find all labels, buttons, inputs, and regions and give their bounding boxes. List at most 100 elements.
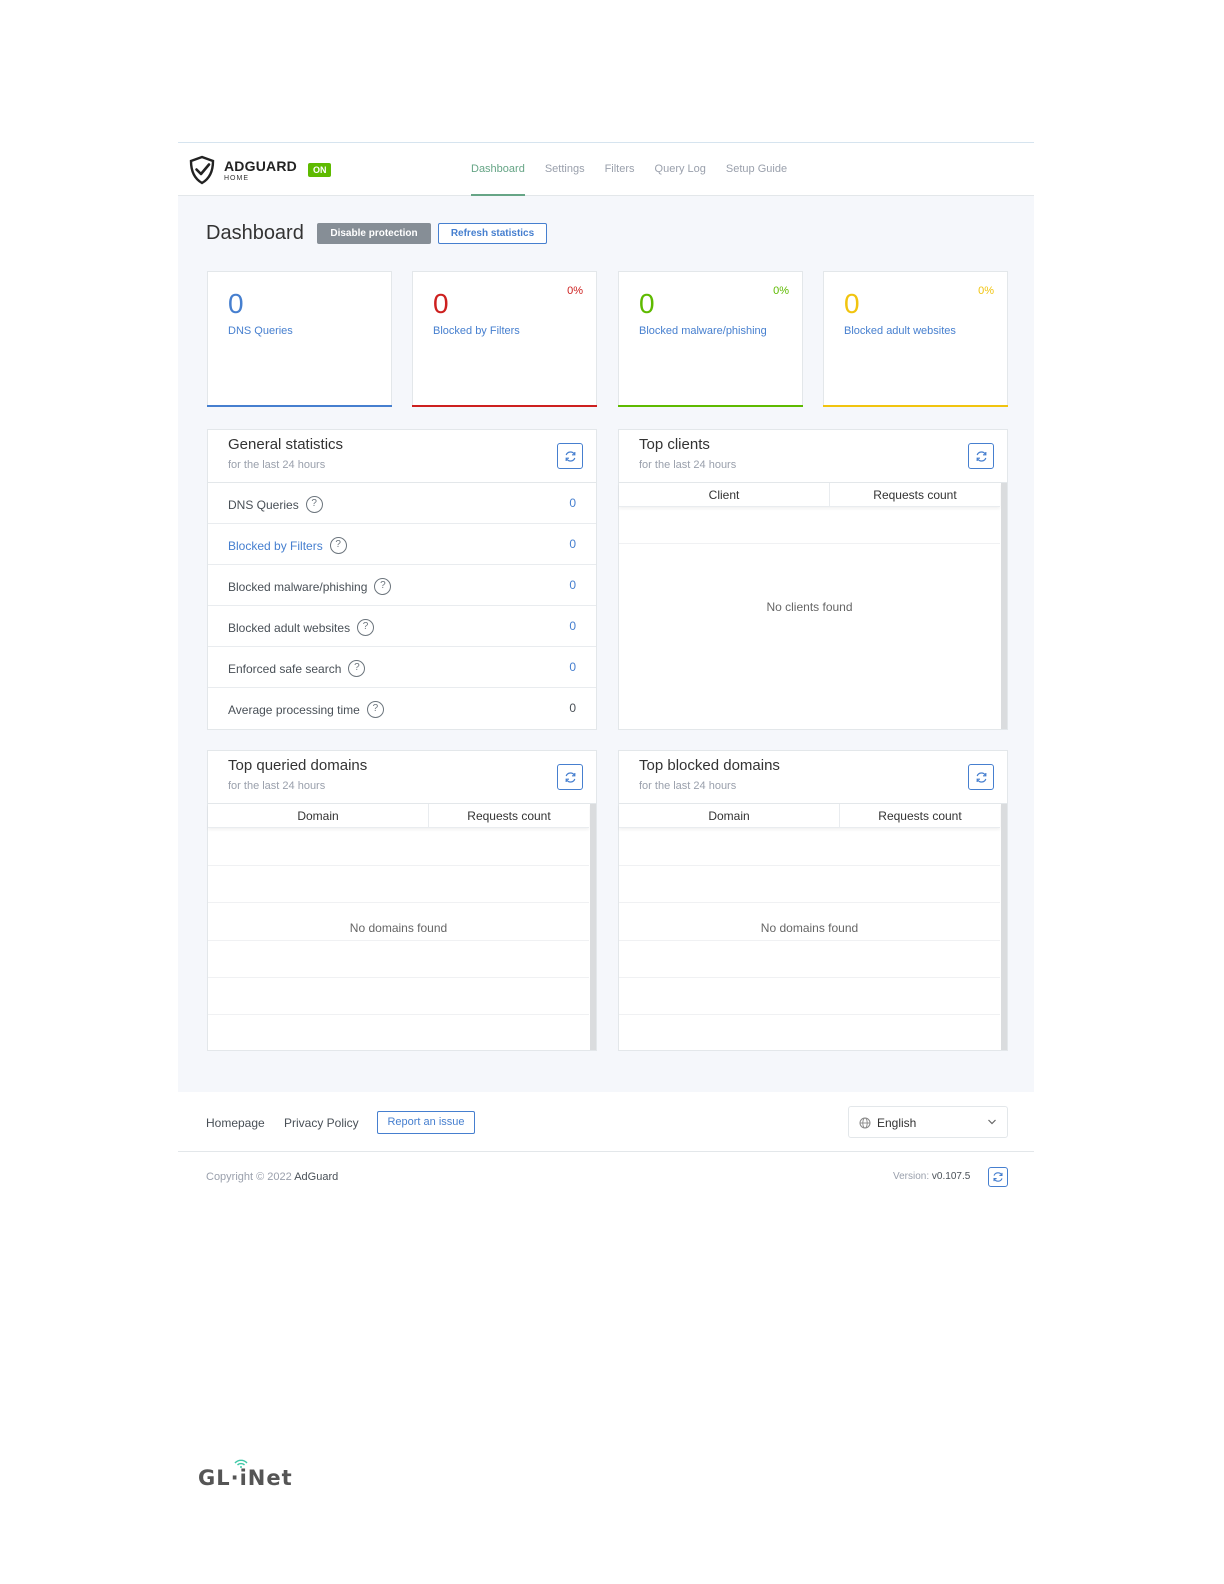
refresh-button[interactable] (557, 764, 583, 790)
help-icon[interactable]: ? (329, 537, 347, 554)
column-header-requests[interactable]: Requests count (829, 483, 1000, 506)
language-select[interactable]: English (848, 1106, 1008, 1138)
card-subtitle: for the last 24 hours (228, 459, 326, 471)
version-label: Version: (893, 1171, 930, 1182)
stat-percent: 0% (773, 285, 789, 297)
version-info: Version: v0.107.5 (893, 1171, 970, 1182)
help-icon[interactable]: ? (348, 660, 366, 677)
check-updates-button[interactable] (988, 1167, 1008, 1187)
help-icon[interactable]: ? (305, 496, 323, 513)
help-icon[interactable]: ? (357, 619, 375, 636)
row-value: 0 (569, 701, 576, 715)
table-header: Client Requests count (619, 483, 1000, 507)
report-issue-button[interactable]: Report an issue (377, 1111, 475, 1134)
row-value: 0 (569, 619, 576, 633)
column-header-requests[interactable]: Requests count (428, 804, 589, 827)
card-title: Top queried domains (228, 757, 368, 774)
scrollbar[interactable] (1001, 483, 1007, 729)
table-row (208, 902, 589, 903)
stat-value: 0 (844, 288, 860, 319)
stat-card-blocked-malware[interactable]: 0% 0 Blocked malware/phishing (618, 271, 803, 407)
logo[interactable]: ADGUARD HOME ON (188, 155, 332, 185)
column-header-client[interactable]: Client (619, 483, 829, 506)
row-value: 0 (569, 660, 576, 674)
nav-settings[interactable]: Settings (545, 143, 585, 196)
brand-name: ADGUARD (224, 157, 297, 174)
stat-accent-bar (618, 405, 803, 407)
brand-subtitle: HOME (224, 174, 249, 182)
copyright: Copyright © 2022 AdGuard (206, 1171, 338, 1183)
stat-accent-bar (207, 405, 392, 407)
refresh-icon (976, 451, 987, 462)
stat-row-blocked-malware: Blocked malware/phishing? 0 (208, 565, 596, 606)
stat-card-blocked-filters[interactable]: 0% 0 Blocked by Filters (412, 271, 597, 407)
disable-protection-button[interactable]: Disable protection (317, 223, 431, 244)
empty-message: No domains found (760, 921, 859, 935)
table-row (619, 543, 1000, 544)
chevron-down-icon (988, 1119, 996, 1125)
stat-value: 0 (639, 288, 655, 319)
version-value: v0.107.5 (931, 1171, 971, 1182)
row-label: Average processing time (228, 702, 360, 717)
table-row (208, 1014, 589, 1015)
column-header-domain[interactable]: Domain (619, 804, 839, 827)
column-header-requests[interactable]: Requests count (839, 804, 1000, 827)
stat-card-blocked-adult[interactable]: 0% 0 Blocked adult websites (823, 271, 1008, 407)
card-subtitle: for the last 24 hours (228, 780, 326, 792)
stat-label: Blocked by Filters (433, 325, 520, 337)
stat-row-avg-processing: Average processing time? 0 (208, 688, 596, 729)
table-row (619, 940, 1000, 941)
top-blocked-domains-card: Top blocked domains for the last 24 hour… (618, 750, 1008, 1051)
refresh-button[interactable] (968, 443, 994, 469)
row-label-link[interactable]: Blocked by Filters (228, 539, 323, 553)
refresh-button[interactable] (557, 443, 583, 469)
card-title: Top clients (639, 436, 710, 453)
stat-label: Blocked malware/phishing (639, 325, 767, 337)
refresh-icon (565, 451, 576, 462)
row-label: DNS Queries (228, 497, 299, 512)
nav-filters[interactable]: Filters (605, 143, 635, 196)
refresh-statistics-button[interactable]: Refresh statistics (438, 223, 547, 244)
refresh-icon (565, 772, 576, 783)
stat-row-blocked-filters: Blocked by Filters? 0 (208, 524, 596, 565)
watermark-text: GL·iNet (198, 1466, 293, 1490)
homepage-link[interactable]: Homepage (206, 1116, 265, 1130)
dashboard-main: Dashboard Disable protection Refresh sta… (178, 196, 1034, 1092)
row-value: 0 (569, 537, 576, 551)
copyright-link[interactable]: AdGuard (294, 1171, 338, 1183)
card-title: Top blocked domains (639, 757, 780, 774)
stat-value: 0 (228, 288, 244, 319)
adguard-app: ADGUARD HOME ON Dashboard Settings Filte… (178, 142, 1034, 1202)
help-icon[interactable]: ? (374, 578, 392, 595)
stat-accent-bar (823, 405, 1008, 407)
language-value: English (877, 1116, 917, 1130)
table-row (208, 977, 589, 978)
table-row (619, 1014, 1000, 1015)
stat-row-dns-queries: DNS Queries? 0 (208, 483, 596, 524)
empty-message: No domains found (349, 921, 448, 935)
scrollbar[interactable] (590, 804, 596, 1050)
column-header-domain[interactable]: Domain (208, 804, 428, 827)
row-label: Blocked adult websites (228, 620, 351, 635)
nav-setup-guide[interactable]: Setup Guide (726, 143, 787, 196)
row-label: Enforced safe search (228, 661, 342, 676)
glinet-watermark: GL·iNet (198, 1459, 293, 1490)
stat-label: DNS Queries (228, 325, 293, 337)
table-row (619, 865, 1000, 866)
row-value: 0 (569, 496, 576, 510)
help-icon[interactable]: ? (366, 701, 384, 718)
empty-message: No clients found (766, 600, 853, 614)
table-row (208, 940, 589, 941)
nav-dashboard[interactable]: Dashboard (471, 143, 525, 196)
general-statistics-card: General statistics for the last 24 hours… (207, 429, 597, 730)
refresh-button[interactable] (968, 764, 994, 790)
stat-row-safe-search: Enforced safe search? 0 (208, 647, 596, 688)
copyright-text: Copyright © 2022 (206, 1171, 292, 1183)
table-header: Domain Requests count (208, 804, 589, 828)
scrollbar[interactable] (1001, 804, 1007, 1050)
privacy-policy-link[interactable]: Privacy Policy (284, 1116, 359, 1130)
table-row (619, 977, 1000, 978)
nav-query-log[interactable]: Query Log (655, 143, 706, 196)
card-subtitle: for the last 24 hours (639, 459, 737, 471)
stat-card-dns-queries[interactable]: 0 DNS Queries (207, 271, 392, 407)
